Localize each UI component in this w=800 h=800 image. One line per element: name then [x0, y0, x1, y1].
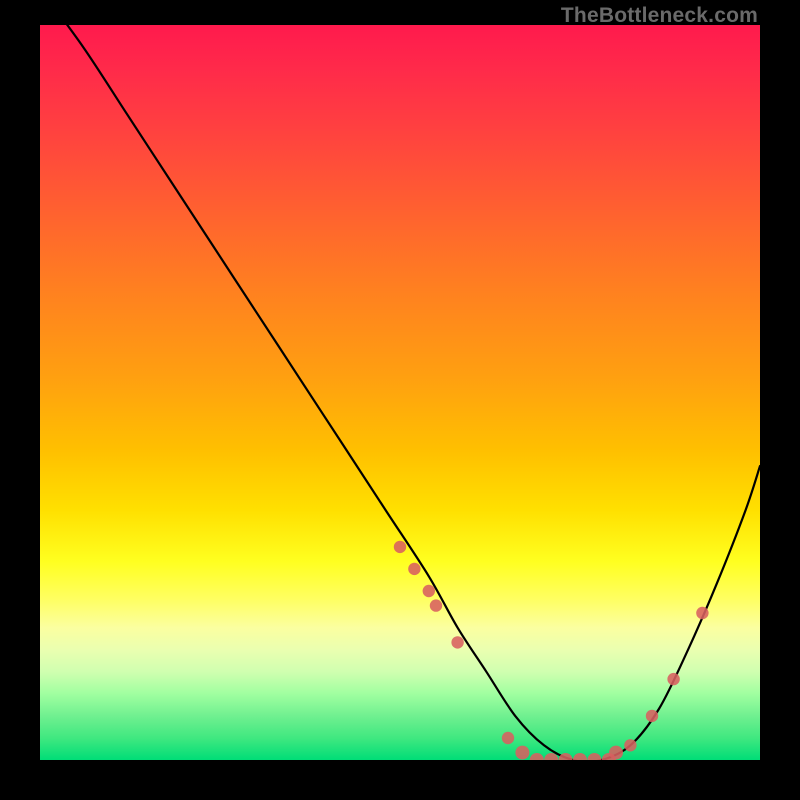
highlight-marker [609, 746, 623, 760]
highlight-marker [430, 599, 442, 611]
highlight-marker [696, 607, 708, 619]
highlight-marker [502, 732, 514, 744]
highlight-marker [573, 753, 587, 760]
highlight-marker [646, 710, 658, 722]
highlight-marker [530, 753, 544, 760]
highlight-marker [394, 541, 406, 553]
highlight-marker [559, 753, 573, 760]
chart-plot-area [40, 25, 760, 760]
highlight-marker [587, 753, 601, 760]
highlight-markers [394, 541, 709, 760]
chart-svg [40, 25, 760, 760]
highlight-marker [667, 673, 679, 685]
bottleneck-curve-line [40, 25, 760, 760]
highlight-marker [451, 636, 463, 648]
highlight-marker [423, 585, 435, 597]
highlight-marker [515, 746, 529, 760]
highlight-marker [408, 563, 420, 575]
highlight-marker [624, 739, 636, 751]
